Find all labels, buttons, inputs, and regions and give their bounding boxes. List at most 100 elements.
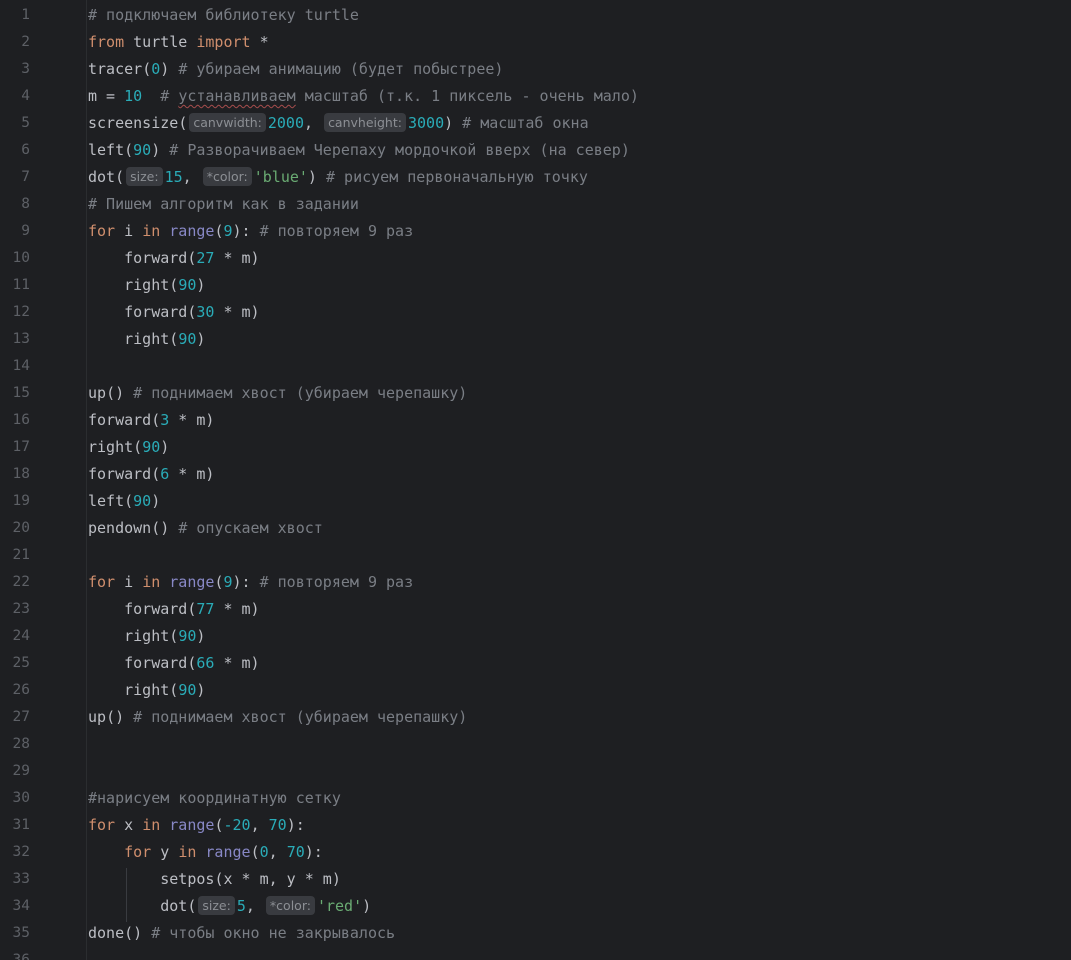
line-content[interactable]: left(90) xyxy=(88,488,160,515)
code-line[interactable]: 5 screensize(canvwidth: 2000, canvheight: 3… xyxy=(0,110,1071,137)
code-line[interactable]: 21 xyxy=(0,542,1071,569)
line-content[interactable]: screensize(canvwidth: 2000, canvheight: 30… xyxy=(88,110,589,137)
code-line[interactable]: 34 dot(size: 5, *color:'red') xyxy=(0,893,1071,920)
code-line[interactable]: 3 tracer(0) # убираем анимацию (будет поб… xyxy=(0,56,1071,83)
line-number[interactable]: 21 xyxy=(0,542,30,569)
code-line[interactable]: 2 from turtle import * xyxy=(0,29,1071,56)
line-number[interactable]: 29 xyxy=(0,758,30,785)
line-number[interactable]: 7 xyxy=(0,164,30,191)
line-number[interactable]: 8 xyxy=(0,191,30,218)
line-number[interactable]: 9 xyxy=(0,218,30,245)
code-line[interactable]: 36 xyxy=(0,947,1071,960)
line-number[interactable]: 31 xyxy=(0,812,30,839)
code-line[interactable]: 7 dot(size: 15, *color:'blue') # рисуем пе… xyxy=(0,164,1071,191)
line-number[interactable]: 16 xyxy=(0,407,30,434)
line-content[interactable]: dot(size: 5, *color:'red') xyxy=(88,893,371,920)
line-content[interactable]: right(90) xyxy=(88,623,205,650)
code-area[interactable]: 1 # подключаем библиотеку turtle 2 from tur… xyxy=(0,2,1071,960)
code-line[interactable]: 22 for i in range(9): # повторяем 9 раз xyxy=(0,569,1071,596)
line-number[interactable]: 35 xyxy=(0,920,30,947)
line-content[interactable]: m = 10 # устанавливаем масштаб (т.к. 1 п… xyxy=(88,83,639,110)
line-content[interactable]: right(90) xyxy=(88,434,169,461)
code-line[interactable]: 15 up() # поднимаем хвост (убираем черепа… xyxy=(0,380,1071,407)
code-line[interactable]: 28 xyxy=(0,731,1071,758)
line-content[interactable]: right(90) xyxy=(88,272,205,299)
code-line[interactable]: 6 left(90) # Разворачиваем Черепаху мордо… xyxy=(0,137,1071,164)
line-content[interactable]: for x in range(-20, 70): xyxy=(88,812,305,839)
line-number[interactable]: 1 xyxy=(0,2,30,29)
line-content[interactable]: left(90) # Разворачиваем Черепаху мордоч… xyxy=(88,137,630,164)
line-content[interactable]: forward(66 * m) xyxy=(88,650,259,677)
line-number[interactable]: 30 xyxy=(0,785,30,812)
code-line[interactable]: 12 forward(30 * m) xyxy=(0,299,1071,326)
line-number[interactable]: 6 xyxy=(0,137,30,164)
line-content[interactable]: # Пишем алгоритм как в задании xyxy=(88,191,359,218)
line-content[interactable]: #нарисуем координатную сетку xyxy=(88,785,341,812)
line-content[interactable]: tracer(0) # убираем анимацию (будет побы… xyxy=(88,56,503,83)
line-content[interactable]: forward(77 * m) xyxy=(88,596,259,623)
code-line[interactable]: 26 right(90) xyxy=(0,677,1071,704)
line-number[interactable]: 24 xyxy=(0,623,30,650)
line-content[interactable]: done() # чтобы окно не закрывалось xyxy=(88,920,395,947)
line-number[interactable]: 5 xyxy=(0,110,30,137)
code-line[interactable]: 32 for y in range(0, 70): xyxy=(0,839,1071,866)
code-line[interactable]: 9 for i in range(9): # повторяем 9 раз xyxy=(0,218,1071,245)
line-number[interactable]: 18 xyxy=(0,461,30,488)
line-number[interactable]: 15 xyxy=(0,380,30,407)
code-line[interactable]: 19 left(90) xyxy=(0,488,1071,515)
code-line[interactable]: 30 #нарисуем координатную сетку xyxy=(0,785,1071,812)
line-number[interactable]: 26 xyxy=(0,677,30,704)
code-line[interactable]: 1 # подключаем библиотеку turtle xyxy=(0,2,1071,29)
line-number[interactable]: 13 xyxy=(0,326,30,353)
code-line[interactable]: 29 xyxy=(0,758,1071,785)
code-line[interactable]: 23 forward(77 * m) xyxy=(0,596,1071,623)
line-content[interactable]: forward(6 * m) xyxy=(88,461,214,488)
line-number[interactable]: 22 xyxy=(0,569,30,596)
code-line[interactable]: 33 setpos(x * m, y * m) xyxy=(0,866,1071,893)
line-number[interactable]: 12 xyxy=(0,299,30,326)
line-number[interactable]: 10 xyxy=(0,245,30,272)
line-content[interactable]: for y in range(0, 70): xyxy=(88,839,323,866)
line-number[interactable]: 33 xyxy=(0,866,30,893)
line-number[interactable]: 19 xyxy=(0,488,30,515)
code-line[interactable]: 17 right(90) xyxy=(0,434,1071,461)
line-content[interactable]: dot(size: 15, *color:'blue') # рисуем пер… xyxy=(88,164,588,191)
line-number[interactable]: 2 xyxy=(0,29,30,56)
code-line[interactable]: 20 pendown() # опускаем хвост xyxy=(0,515,1071,542)
line-number[interactable]: 25 xyxy=(0,650,30,677)
line-content[interactable]: for i in range(9): # повторяем 9 раз xyxy=(88,218,413,245)
line-content[interactable]: up() # поднимаем хвост (убираем черепашк… xyxy=(88,380,467,407)
line-number[interactable]: 14 xyxy=(0,353,30,380)
line-content[interactable]: up() # поднимаем хвост (убираем черепашк… xyxy=(88,704,467,731)
line-number[interactable]: 3 xyxy=(0,56,30,83)
line-number[interactable]: 17 xyxy=(0,434,30,461)
code-line[interactable]: 31 for x in range(-20, 70): xyxy=(0,812,1071,839)
line-number[interactable]: 36 xyxy=(0,947,30,960)
code-editor[interactable]: 1 # подключаем библиотеку turtle 2 from tur… xyxy=(0,0,1071,960)
line-content[interactable]: forward(3 * m) xyxy=(88,407,214,434)
line-content[interactable]: right(90) xyxy=(88,326,205,353)
code-line[interactable]: 11 right(90) xyxy=(0,272,1071,299)
line-content[interactable]: forward(27 * m) xyxy=(88,245,259,272)
code-line[interactable]: 10 forward(27 * m) xyxy=(0,245,1071,272)
code-line[interactable]: 16 forward(3 * m) xyxy=(0,407,1071,434)
code-line[interactable]: 14 xyxy=(0,353,1071,380)
line-number[interactable]: 28 xyxy=(0,731,30,758)
code-line[interactable]: 24 right(90) xyxy=(0,623,1071,650)
line-content[interactable]: # подключаем библиотеку turtle xyxy=(88,2,359,29)
line-content[interactable]: right(90) xyxy=(88,677,205,704)
line-number[interactable]: 4 xyxy=(0,83,30,110)
line-number[interactable]: 23 xyxy=(0,596,30,623)
line-number[interactable]: 32 xyxy=(0,839,30,866)
line-content[interactable]: forward(30 * m) xyxy=(88,299,259,326)
line-content[interactable]: from turtle import * xyxy=(88,29,269,56)
line-number[interactable]: 27 xyxy=(0,704,30,731)
code-line[interactable]: 35 done() # чтобы окно не закрывалось xyxy=(0,920,1071,947)
code-line[interactable]: 8 # Пишем алгоритм как в задании xyxy=(0,191,1071,218)
code-line[interactable]: 27 up() # поднимаем хвост (убираем черепа… xyxy=(0,704,1071,731)
line-number[interactable]: 11 xyxy=(0,272,30,299)
line-content[interactable]: for i in range(9): # повторяем 9 раз xyxy=(88,569,413,596)
code-line[interactable]: 25 forward(66 * m) xyxy=(0,650,1071,677)
code-line[interactable]: 18 forward(6 * m) xyxy=(0,461,1071,488)
line-content[interactable]: pendown() # опускаем хвост xyxy=(88,515,323,542)
